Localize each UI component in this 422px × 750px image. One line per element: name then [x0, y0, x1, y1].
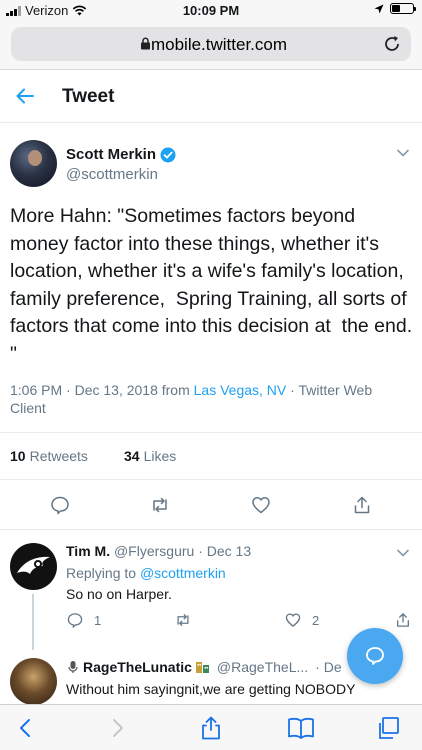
reply-text: So no on Harper.	[66, 586, 172, 602]
location-link[interactable]: Las Vegas, NV	[194, 382, 287, 398]
clock: 10:09 PM	[182, 3, 240, 18]
reply-author-handle[interactable]: @Flyersguru	[114, 543, 194, 559]
likes-stat[interactable]: 34 Likes	[124, 448, 176, 464]
thread-line	[32, 594, 34, 650]
reply-reply-button[interactable]: 1	[66, 611, 101, 629]
reply2-author-name[interactable]: RageTheLunatic	[83, 659, 192, 675]
tweet-actions	[0, 480, 422, 530]
replying-prefix: Replying to	[66, 565, 140, 581]
url-text: mobile.twitter.com	[150, 35, 288, 54]
chevron-down-icon[interactable]	[396, 146, 410, 160]
reply2-author-handle[interactable]: @RageTheL...	[217, 659, 308, 675]
bookmarks-icon[interactable]	[286, 715, 316, 741]
reply-like-button[interactable]: 2	[284, 611, 319, 629]
chevron-down-icon[interactable]	[396, 546, 410, 560]
reply-like-count: 2	[312, 612, 320, 628]
microphone-icon	[68, 661, 78, 673]
reply-header: Tim M. @Flyersguru · Dec 13	[66, 543, 251, 559]
location-arrow-icon	[374, 4, 384, 13]
battery-icon	[390, 3, 416, 14]
tabs-icon[interactable]	[375, 715, 401, 741]
retweets-label: Retweets	[29, 448, 88, 464]
tweet-meta: 1:06 PM · Dec 13, 2018 from Las Vegas, N…	[10, 381, 410, 417]
reply-retweet-button[interactable]	[174, 611, 192, 629]
retweet-icon	[177, 614, 189, 626]
replying-to-link[interactable]: @scottmerkin	[140, 565, 226, 581]
reply2-date: · De	[315, 659, 342, 675]
reply-date: · Dec 13	[198, 543, 252, 559]
likes-count: 34	[124, 448, 140, 464]
tweet-stats: 10 Retweets 34 Likes	[0, 432, 422, 480]
author-name-row[interactable]: Scott Merkin	[66, 146, 176, 163]
like-icon[interactable]	[250, 494, 272, 516]
browser-toolbar	[0, 704, 422, 750]
reply2-avatar[interactable]	[10, 658, 57, 705]
tweet-text: More Hahn: "Sometimes factors beyond mon…	[10, 205, 418, 365]
author-name[interactable]: Scott Merkin	[66, 146, 156, 163]
address-bar[interactable]: mobile.twitter.com	[11, 27, 411, 61]
reply2-text: Without him sayingnit,we are getting NOB…	[66, 681, 356, 697]
author-avatar[interactable]	[10, 140, 57, 187]
verified-badge-icon	[160, 147, 176, 162]
share-icon	[397, 613, 409, 627]
page-header: Tweet	[0, 71, 422, 123]
reply-avatar[interactable]	[10, 543, 57, 590]
reply-icon[interactable]	[49, 494, 71, 516]
likes-label: Likes	[143, 448, 177, 464]
browser-address-area: mobile.twitter.com	[0, 22, 422, 70]
reply-share-button[interactable]	[394, 611, 412, 629]
reply-icon	[67, 613, 83, 629]
reply-reply-count: 1	[94, 612, 102, 628]
reload-icon[interactable]	[381, 33, 403, 55]
browser-back-icon[interactable]	[13, 715, 39, 741]
replying-to: Replying to @scottmerkin	[66, 565, 226, 581]
building-icon	[195, 662, 209, 673]
status-bar: Verizon 10:09 PM	[0, 0, 422, 22]
author-handle[interactable]: @scottmerkin	[66, 166, 158, 183]
page-title: Tweet	[62, 86, 115, 107]
retweet-icon[interactable]	[149, 494, 171, 516]
reply-author-name[interactable]: Tim M.	[66, 543, 110, 559]
tweet-timestamp: 1:06 PM · Dec 13, 2018 from	[10, 382, 194, 398]
browser-share-icon[interactable]	[198, 715, 224, 741]
status-right	[374, 3, 416, 14]
back-arrow-icon[interactable]	[14, 85, 36, 107]
reply-bubble-icon	[366, 647, 384, 665]
compose-reply-button[interactable]	[347, 628, 403, 684]
reply2-header: RageTheLunatic @RageTheL... · De	[66, 659, 342, 675]
retweets-count: 10	[10, 448, 26, 464]
like-icon	[285, 613, 301, 627]
retweets-stat[interactable]: 10 Retweets	[10, 448, 88, 464]
share-icon[interactable]	[351, 494, 373, 516]
flyers-logo-icon	[17, 556, 50, 574]
browser-forward-icon[interactable]	[104, 715, 130, 741]
